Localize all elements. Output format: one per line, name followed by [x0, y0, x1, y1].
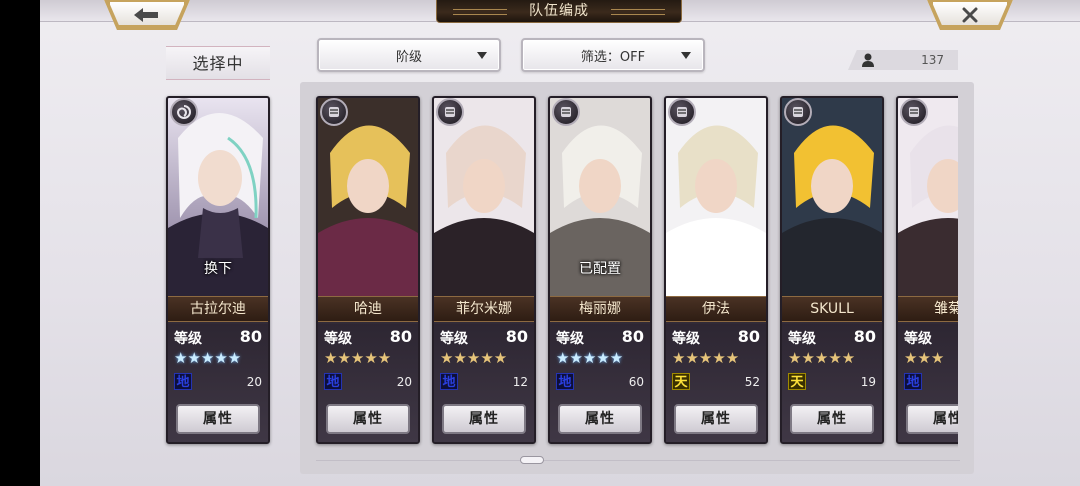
character-count: 60 — [628, 375, 644, 389]
gauntlet-icon — [900, 98, 928, 126]
gauntlet-icon — [436, 98, 464, 126]
attributes-button[interactable]: 属性 — [790, 404, 874, 434]
attributes-button[interactable]: 属性 — [442, 404, 526, 434]
roster-count-value: 137 — [921, 53, 944, 67]
level-value: 80 — [505, 327, 528, 346]
chevron-down-icon — [681, 52, 691, 59]
character-count: 20 — [246, 375, 262, 389]
page-title: 队伍编成 — [436, 0, 682, 23]
selecting-label: 选择中 — [166, 46, 270, 80]
character-count: 19 — [860, 375, 876, 389]
character-name: 伊法 — [666, 296, 766, 322]
character-stats: 等级 80 ★★★★★ 地 20 属性 — [318, 324, 418, 442]
character-portrait — [898, 98, 958, 296]
character-card[interactable]: 哈迪 等级 80 ★★★★★ 地 20 属性 — [316, 96, 420, 444]
level-label: 等级 — [904, 331, 932, 347]
rarity-stars: ★★★★★ — [440, 349, 508, 367]
attributes-button[interactable]: 属性 — [674, 404, 758, 434]
character-card[interactable]: 菲尔米娜 等级 80 ★★★★★ 地 12 属性 — [432, 96, 536, 444]
character-stats: 等级 80 ★★★★★ 地 12 属性 — [434, 324, 534, 442]
element-badge: 地 — [556, 373, 574, 390]
level-label: 等级 — [788, 331, 816, 347]
character-name: 雏菊 — [898, 296, 958, 322]
rarity-stars: ★★★★★ — [324, 349, 392, 367]
device-left-bezel — [0, 0, 40, 486]
roster-count: 137 — [848, 50, 958, 70]
character-stats: 等级 8 ★★★ 地 属性 — [898, 324, 958, 442]
character-count: 20 — [396, 375, 412, 389]
level-value: 80 — [389, 327, 412, 346]
character-portrait — [434, 98, 534, 296]
assigned-label: 已配置 — [579, 261, 621, 277]
chevron-down-icon — [477, 52, 487, 59]
character-stats: 等级 80 ★★★★★ 地 20 属性 — [168, 324, 268, 442]
gauntlet-icon — [320, 98, 348, 126]
character-stats: 等级 80 ★★★★★ 天 19 属性 — [782, 324, 882, 442]
character-name: SKULL — [782, 296, 882, 322]
gauntlet-icon — [784, 98, 812, 126]
level-label: 等级 — [440, 331, 468, 347]
close-button[interactable] — [927, 0, 1013, 30]
filter-label: 筛选：OFF — [580, 49, 646, 65]
rarity-stars: ★★★★★ — [788, 349, 856, 367]
level-label: 等级 — [672, 331, 700, 347]
character-name: 哈迪 — [318, 296, 418, 322]
character-count: 52 — [744, 375, 760, 389]
character-card[interactable]: SKULL 等级 80 ★★★★★ 天 19 属性 — [780, 96, 884, 444]
attributes-button[interactable]: 属性 — [906, 404, 958, 434]
level-label: 等级 — [324, 331, 352, 347]
rank-sort-dropdown[interactable]: 阶级 — [317, 38, 501, 72]
rank-sort-label: 阶级 — [395, 49, 422, 65]
character-stats: 等级 80 ★★★★★ 天 52 属性 — [666, 324, 766, 442]
rarity-stars: ★★★★★ — [672, 349, 740, 367]
scroll-track — [316, 460, 960, 461]
rarity-stars: ★★★★★ — [556, 349, 624, 367]
element-badge: 天 — [672, 373, 690, 390]
level-value: 80 — [621, 327, 644, 346]
character-portrait — [782, 98, 882, 296]
gauntlet-icon — [552, 98, 580, 126]
character-card[interactable]: 伊法 等级 80 ★★★★★ 天 52 属性 — [664, 96, 768, 444]
close-icon — [962, 7, 978, 23]
level-label: 等级 — [556, 331, 584, 347]
element-badge: 地 — [174, 373, 192, 390]
attributes-button[interactable]: 属性 — [176, 404, 260, 434]
rarity-stars: ★★★★★ — [174, 349, 242, 367]
gauntlet-icon — [668, 98, 696, 126]
attributes-button[interactable]: 属性 — [558, 404, 642, 434]
swirl-icon — [170, 98, 198, 126]
element-badge: 地 — [904, 373, 922, 390]
back-arrow-icon — [134, 8, 158, 22]
character-portrait — [666, 98, 766, 296]
level-value: 80 — [239, 327, 262, 346]
character-stats: 等级 80 ★★★★★ 地 60 属性 — [550, 324, 650, 442]
character-card[interactable]: 雏菊 等级 8 ★★★ 地 属性 — [896, 96, 958, 444]
element-badge: 天 — [788, 373, 806, 390]
person-icon — [862, 53, 874, 67]
level-value: 80 — [853, 327, 876, 346]
scroll-indicator[interactable] — [520, 456, 544, 464]
element-badge: 地 — [324, 373, 342, 390]
character-name: 菲尔米娜 — [434, 296, 534, 322]
character-count: 12 — [512, 375, 528, 389]
level-label: 等级 — [174, 331, 202, 347]
character-portrait — [318, 98, 418, 296]
character-card[interactable]: 已配置 梅丽娜 等级 80 ★★★★★ 地 60 属性 — [548, 96, 652, 444]
attributes-button[interactable]: 属性 — [326, 404, 410, 434]
team-formation-screen: 队伍编成 阶级 筛选：OFF 137 选择中 换下 古拉尔迪 等级 80 ★★★… — [40, 0, 1080, 486]
back-button[interactable] — [104, 0, 190, 30]
rarity-stars: ★★★ — [904, 349, 945, 367]
level-value: 80 — [737, 327, 760, 346]
filter-dropdown[interactable]: 筛选：OFF — [521, 38, 705, 72]
current-character-card[interactable]: 换下 古拉尔迪 等级 80 ★★★★★ 地 20 属性 — [166, 96, 270, 444]
roster-list[interactable]: 哈迪 等级 80 ★★★★★ 地 20 属性 菲尔米娜 等级 80 ★★★★★ … — [310, 88, 958, 448]
element-badge: 地 — [440, 373, 458, 390]
character-name: 古拉尔迪 — [168, 296, 268, 322]
swap-out-label: 换下 — [204, 261, 232, 277]
character-name: 梅丽娜 — [550, 296, 650, 322]
